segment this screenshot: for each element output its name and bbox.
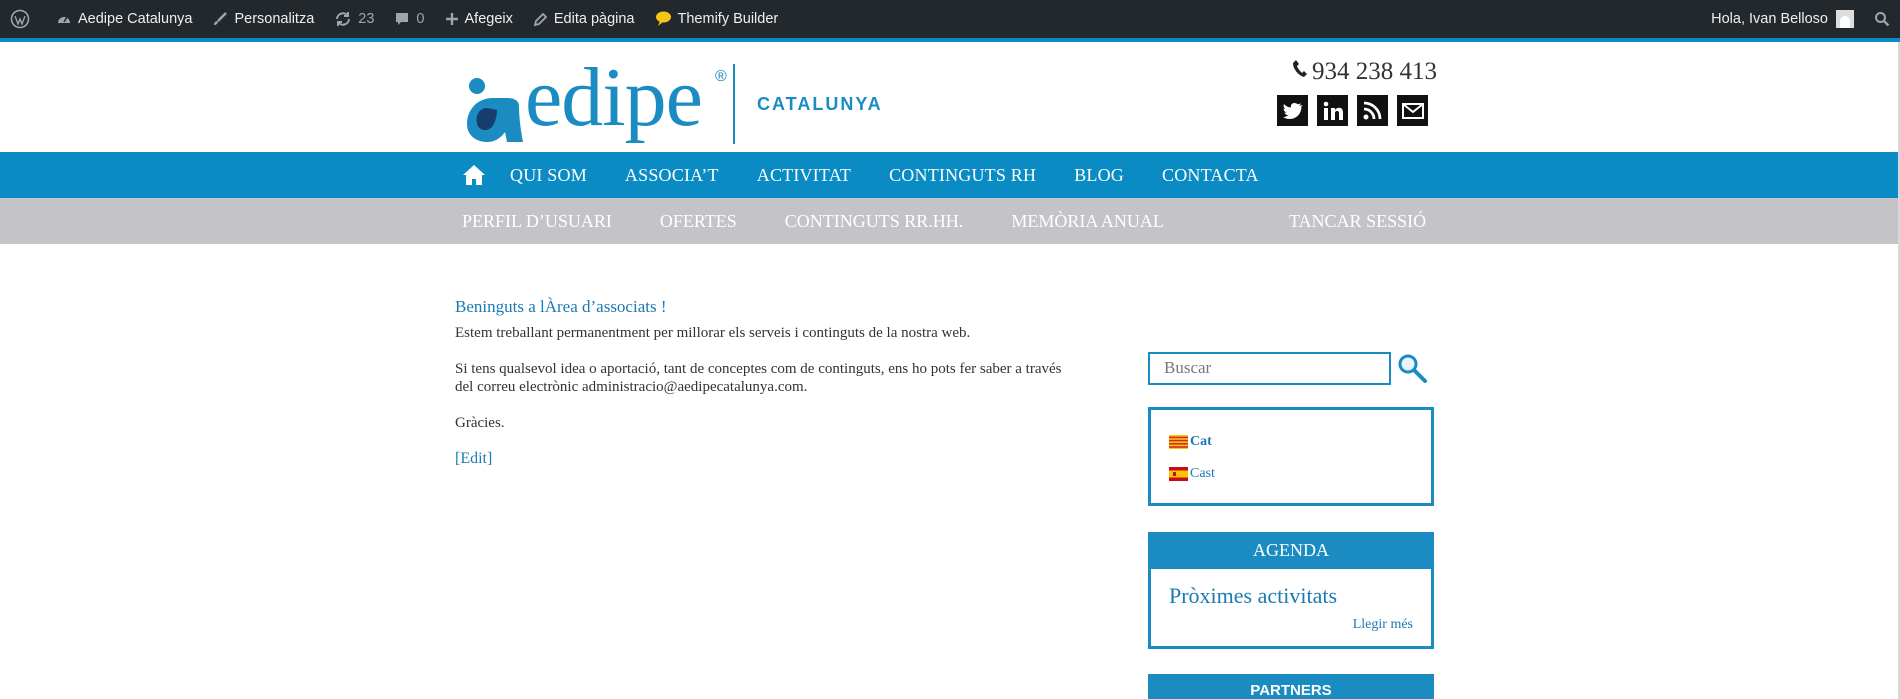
rss-button[interactable] — [1357, 95, 1388, 126]
envelope-icon — [1401, 102, 1424, 119]
adminbar-search-button[interactable] — [1864, 0, 1900, 38]
themify-builder-link[interactable]: Themify Builder — [645, 0, 789, 38]
comments-link[interactable]: 0 — [384, 0, 434, 38]
linkedin-icon — [1323, 101, 1343, 120]
nav-blog[interactable]: BLOG — [1074, 165, 1124, 186]
updates-link[interactable]: 23 — [324, 0, 384, 38]
themify-builder-label: Themify Builder — [677, 11, 779, 27]
logo-brand-text: edipe — [525, 51, 703, 144]
nav-activitat[interactable]: ACTIVITAT — [757, 165, 851, 186]
nav-contacta[interactable]: CONTACTA — [1162, 165, 1259, 186]
nav-continguts-rh[interactable]: CONTINGUTS RH — [889, 165, 1036, 186]
phone-number: 934 238 413 — [1312, 58, 1437, 85]
linkedin-button[interactable] — [1317, 95, 1348, 126]
search-input[interactable] — [1148, 351, 1391, 385]
page-content: Beninguts a lÀrea d’associats ! Estem tr… — [455, 298, 1065, 468]
search-icon — [1874, 11, 1890, 27]
logo-region-text: CATALUNYA — [757, 94, 883, 114]
lang-castellano[interactable]: Cast — [1169, 466, 1215, 482]
home-icon — [463, 165, 485, 185]
page-title: Beninguts a lÀrea d’associats ! — [455, 297, 667, 316]
subnav-memoria-anual[interactable]: MEMÒRIA ANUAL — [1011, 211, 1164, 232]
content-paragraph-2: Si tens qualsevol idea o aportació, tant… — [455, 361, 1062, 395]
phone-icon — [1292, 58, 1308, 86]
wordpress-logo-button[interactable] — [0, 0, 46, 38]
logo-divider — [733, 64, 735, 144]
greeting-label: Hola, Ivan Belloso — [1711, 11, 1828, 27]
edit-link[interactable]: [Edit] — [455, 450, 492, 467]
admin-bar: Aedipe Catalunya Personalitza 23 0 Afege… — [0, 0, 1900, 42]
account-menu[interactable]: Hola, Ivan Belloso — [1701, 0, 1864, 38]
partners-heading: PARTNERS — [1148, 674, 1434, 699]
magnifier-icon — [1398, 354, 1427, 383]
social-links — [1277, 95, 1428, 126]
lang-castellano-label: Cast — [1190, 466, 1215, 481]
site-name-link[interactable]: Aedipe Catalunya — [46, 0, 202, 38]
refresh-icon — [334, 11, 352, 27]
language-switcher: Cat Cast — [1148, 407, 1434, 506]
subnav-continguts-rrhh[interactable]: CONTINGUTS RR.HH. — [785, 211, 964, 232]
logout-link[interactable]: TANCAR SESSIÓ — [1289, 198, 1426, 244]
lang-catalan-label: Cat — [1190, 434, 1212, 449]
email-button[interactable] — [1397, 95, 1428, 126]
agenda-widget: AGENDA Pròximes activitats Llegir més — [1148, 532, 1434, 649]
twitter-icon — [1282, 102, 1303, 119]
search-button[interactable] — [1395, 351, 1429, 385]
agenda-heading: AGENDA — [1151, 532, 1431, 569]
nav-qui-som[interactable]: QUI SOM — [510, 165, 587, 186]
rss-icon — [1363, 101, 1382, 120]
add-new-label: Afegeix — [464, 11, 513, 27]
spanish-flag-icon — [1169, 467, 1188, 481]
pencil-icon — [533, 12, 548, 27]
twitter-button[interactable] — [1277, 95, 1308, 126]
content-paragraph-1: Estem treballant permanentment per millo… — [455, 325, 971, 341]
edit-page-link[interactable]: Edita pàgina — [523, 0, 645, 38]
aedipe-logo-mark-icon — [467, 78, 523, 142]
agenda-read-more-link[interactable]: Llegir més — [1353, 617, 1413, 633]
site-logo[interactable]: edipe ® CATALUNYA — [463, 56, 883, 146]
plus-icon — [445, 12, 459, 26]
partners-widget: PARTNERS — [1148, 674, 1434, 699]
brush-icon — [212, 11, 228, 27]
header-phone: 934 238 413 — [1292, 58, 1437, 86]
add-new-link[interactable]: Afegeix — [435, 0, 523, 38]
logo-registered-mark: ® — [715, 68, 727, 85]
customize-link[interactable]: Personalitza — [202, 0, 324, 38]
sidebar-search — [1148, 351, 1429, 385]
avatar — [1836, 10, 1854, 28]
edit-page-label: Edita pàgina — [553, 11, 635, 27]
site-name-label: Aedipe Catalunya — [78, 11, 193, 27]
catalan-flag-icon — [1169, 435, 1188, 449]
subnav-perfil-usuari[interactable]: PERFIL D’USUARI — [462, 211, 612, 232]
dashboard-icon — [56, 11, 72, 27]
updates-count: 23 — [358, 11, 375, 27]
comment-icon — [394, 11, 410, 27]
subnav-ofertes[interactable]: OFERTES — [660, 211, 737, 232]
main-navigation: QUI SOM ASSOCIA’T ACTIVITAT CONTINGUTS R… — [0, 152, 1900, 198]
speech-bubble-icon — [655, 11, 672, 27]
comments-count: 0 — [416, 11, 425, 27]
content-paragraph-3: Gràcies. — [455, 415, 505, 431]
lang-catalan[interactable]: Cat — [1169, 434, 1212, 450]
home-button[interactable] — [462, 152, 488, 198]
agenda-title: Pròximes activitats — [1169, 583, 1338, 608]
wordpress-icon — [10, 9, 30, 29]
customize-label: Personalitza — [234, 11, 315, 27]
nav-associat[interactable]: ASSOCIA’T — [625, 165, 719, 186]
member-navigation: PERFIL D’USUARI OFERTES CONTINGUTS RR.HH… — [0, 198, 1900, 244]
